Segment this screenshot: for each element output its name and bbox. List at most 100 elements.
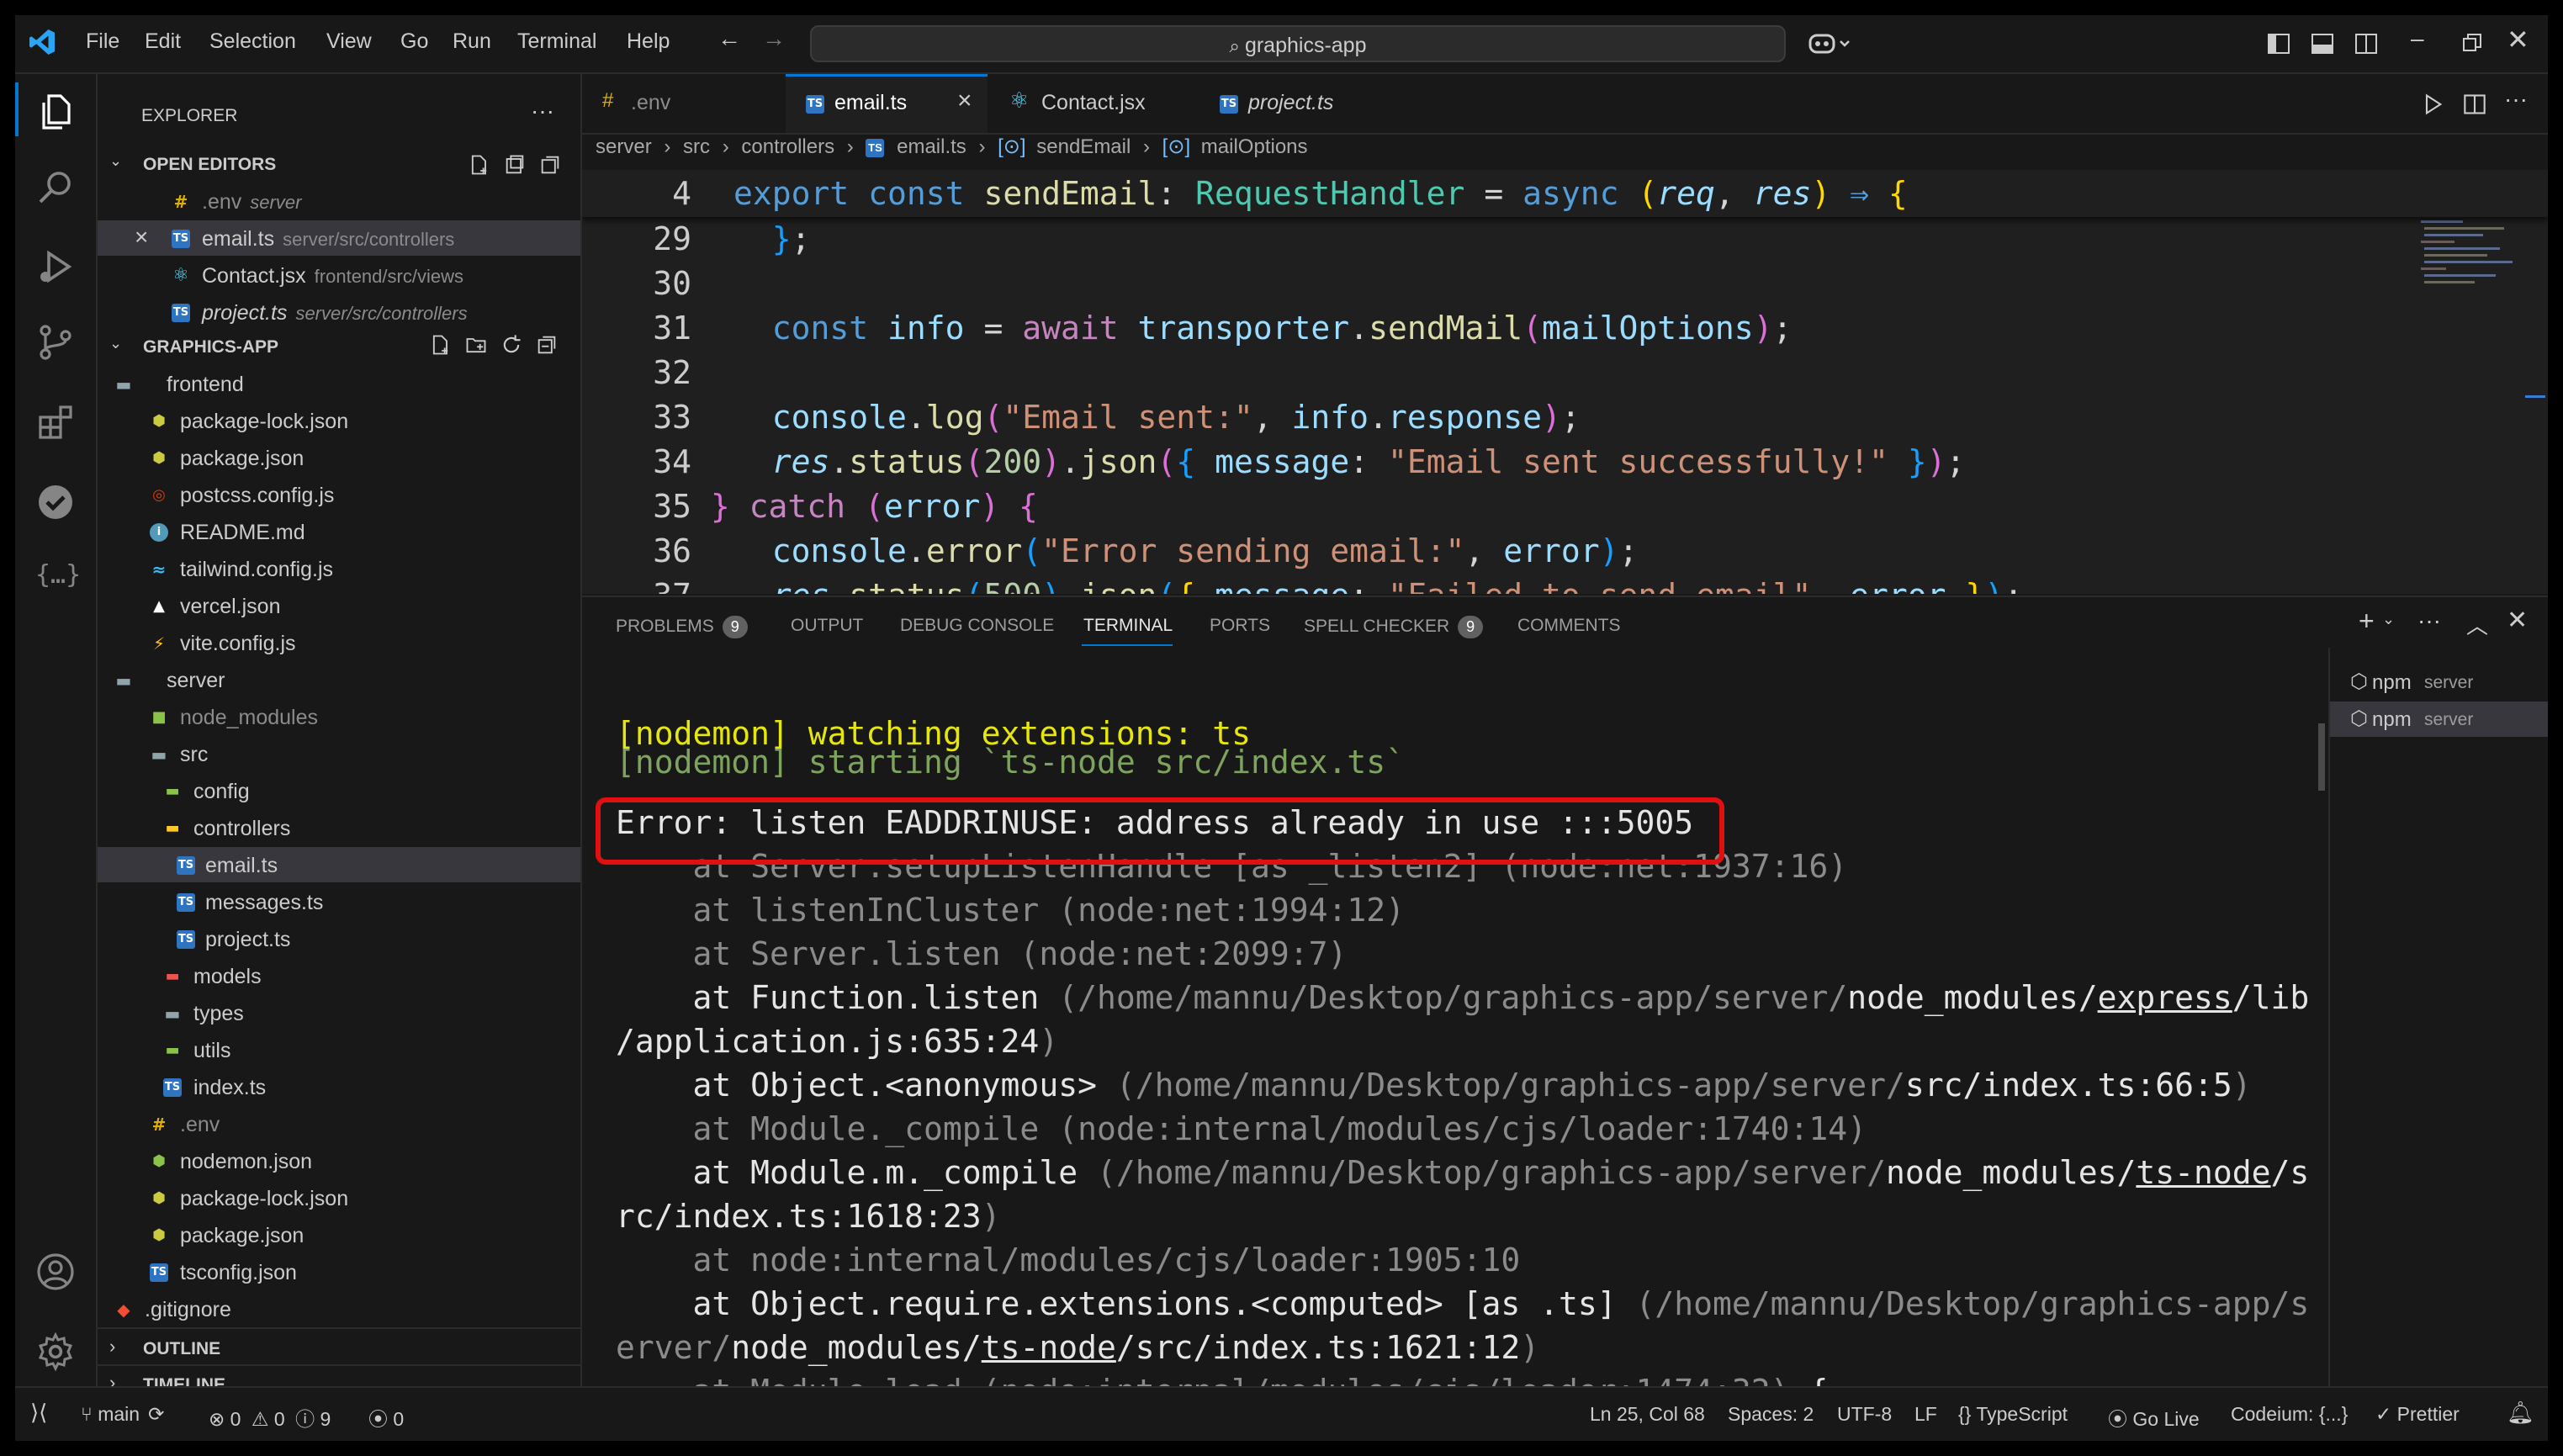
code-editor[interactable]: 4 export const sendEmail: RequestHandler…: [582, 170, 2548, 594]
panel-tab-comments[interactable]: COMMENTS: [1517, 616, 1621, 636]
toggle-primary-sidebar-icon[interactable]: [2267, 32, 2290, 56]
tree-file[interactable]: TS messages.ts: [98, 884, 580, 919]
split-editor-icon[interactable]: [2463, 93, 2486, 116]
new-folder-icon[interactable]: [464, 333, 488, 357]
panel-more-icon[interactable]: ···: [2417, 607, 2441, 634]
open-editor-item-active[interactable]: × TS email.ts server/src/controllers: [98, 220, 580, 256]
settings-gear-icon[interactable]: [35, 1332, 76, 1372]
tree-file[interactable]: TS project.ts: [98, 921, 580, 956]
terminal-scrollbar[interactable]: [2318, 723, 2325, 791]
remote-indicator-icon[interactable]: ⟩⟨: [30, 1400, 47, 1426]
toggle-panel-icon[interactable]: [2311, 32, 2334, 56]
tree-folder[interactable]: ▬ utils: [98, 1032, 580, 1067]
menu-file[interactable]: File: [86, 29, 119, 54]
tree-file[interactable]: TS index.ts: [98, 1069, 580, 1104]
breadcrumb-item[interactable]: email.ts: [897, 135, 966, 158]
branch-status[interactable]: ⑂ main ⟳: [81, 1403, 164, 1426]
new-file-icon[interactable]: [429, 333, 453, 357]
tree-file[interactable]: ▲ vercel.json: [98, 588, 580, 623]
tree-file[interactable]: ⬢ package-lock.json: [98, 1180, 580, 1215]
close-tab-icon[interactable]: ×: [957, 87, 972, 115]
testing-check-icon[interactable]: [35, 482, 76, 522]
panel-tab-ports[interactable]: PORTS: [1210, 616, 1270, 636]
breadcrumb-item[interactable]: sendEmail: [1036, 135, 1131, 158]
prettier-status[interactable]: ✓ Prettier: [2375, 1403, 2460, 1426]
encoding[interactable]: UTF-8: [1837, 1403, 1892, 1426]
ports-status[interactable]: ⦿ 0: [368, 1403, 404, 1432]
run-debug-icon[interactable]: [35, 246, 76, 287]
tab-contact-jsx[interactable]: ⚛ Contact.jsx: [989, 74, 1198, 133]
explorer-icon[interactable]: [35, 91, 76, 131]
collapse-all-icon[interactable]: [535, 333, 559, 357]
tree-folder[interactable]: ▬ types: [98, 995, 580, 1030]
more-actions-icon[interactable]: ···: [531, 98, 554, 124]
tree-folder[interactable]: ▬ frontend: [98, 366, 580, 401]
panel-tab-terminal[interactable]: TERMINAL: [1083, 616, 1173, 636]
open-editors-header[interactable]: OPEN EDITORS: [143, 155, 276, 175]
tree-folder[interactable]: ▬ src: [98, 736, 580, 771]
panel-tab-spell-checker[interactable]: SPELL CHECKER 9: [1304, 616, 1484, 638]
accounts-icon[interactable]: [35, 1252, 76, 1292]
breadcrumb-item[interactable]: src: [683, 135, 710, 158]
tree-file[interactable]: # .env: [98, 1106, 580, 1141]
end-of-line[interactable]: LF: [1914, 1403, 1937, 1426]
tree-folder[interactable]: ▬ config: [98, 773, 580, 808]
minimize-icon[interactable]: –: [2411, 25, 2424, 52]
chevron-down-icon[interactable]: ⌄: [2382, 611, 2395, 628]
open-editor-item[interactable]: # .env server: [98, 183, 580, 219]
close-panel-icon[interactable]: ✕: [2507, 606, 2528, 635]
tree-file[interactable]: ≈ tailwind.config.js: [98, 551, 580, 586]
tree-folder[interactable]: ▬ server: [98, 662, 580, 697]
menu-terminal[interactable]: Terminal: [517, 29, 596, 54]
refresh-icon[interactable]: [500, 333, 523, 357]
tree-file[interactable]: ◎ postcss.config.js: [98, 477, 580, 512]
new-untitled-file-icon[interactable]: [468, 153, 491, 177]
tree-file[interactable]: ⬢ package.json: [98, 1217, 580, 1252]
cursor-position[interactable]: Ln 25, Col 68: [1590, 1403, 1705, 1426]
chevron-down-icon[interactable]: ⌄: [109, 152, 122, 170]
close-all-icon[interactable]: [538, 153, 562, 177]
tree-file[interactable]: ⚡ vite.config.js: [98, 625, 580, 660]
close-editor-icon[interactable]: ×: [135, 224, 148, 251]
terminal-list-item-active[interactable]: ⬡ npm server: [2330, 702, 2548, 737]
panel-tab-problems[interactable]: PROBLEMS 9: [616, 616, 748, 638]
command-center[interactable]: ⌕ graphics-app: [810, 25, 1786, 62]
tree-folder[interactable]: ■ node_modules: [98, 699, 580, 734]
breadcrumb-item[interactable]: server: [596, 135, 652, 158]
panel-tab-output[interactable]: OUTPUT: [791, 616, 863, 636]
tree-file[interactable]: TS tsconfig.json: [98, 1254, 580, 1289]
chevron-right-icon[interactable]: ›: [109, 1336, 115, 1358]
search-icon[interactable]: [35, 167, 76, 207]
problems-status[interactable]: ⊗ 0 ⚠ 0 ⓘ 9: [209, 1403, 331, 1432]
language-mode[interactable]: {} TypeScript: [1958, 1403, 2068, 1426]
tree-folder[interactable]: ▬ models: [98, 958, 580, 993]
chevron-down-icon[interactable]: ⌄: [109, 335, 122, 352]
tab-email-ts[interactable]: TS email.ts ×: [786, 74, 988, 133]
panel-tab-debug-console[interactable]: DEBUG CONSOLE: [900, 616, 1054, 636]
menu-run[interactable]: Run: [453, 29, 491, 54]
source-control-icon[interactable]: [35, 322, 76, 363]
tree-file[interactable]: i README.md: [98, 514, 580, 549]
menu-edit[interactable]: Edit: [145, 29, 181, 54]
toggle-secondary-sidebar-icon[interactable]: [2354, 32, 2378, 56]
maximize-panel-icon[interactable]: ︿: [2466, 609, 2488, 640]
project-header[interactable]: GRAPHICS-APP: [143, 337, 278, 357]
open-editor-item[interactable]: TS project.ts server/src/controllers: [98, 294, 580, 330]
open-editor-item[interactable]: ⚛ Contact.jsx frontend/src/views: [98, 257, 580, 293]
terminal-list-item[interactable]: ⬡ npm server: [2330, 664, 2548, 700]
new-terminal-icon[interactable]: +: [2359, 606, 2375, 637]
editor-more-icon[interactable]: ···: [2504, 86, 2528, 113]
codeium-status[interactable]: Codeium: {...}: [2231, 1403, 2348, 1426]
back-arrow-icon[interactable]: ←: [718, 25, 741, 52]
menu-view[interactable]: View: [326, 29, 372, 54]
indentation[interactable]: Spaces: 2: [1728, 1403, 1814, 1426]
tree-file-selected[interactable]: TS email.ts: [98, 847, 580, 882]
tab-env[interactable]: # .env: [582, 74, 784, 133]
restore-icon[interactable]: [2461, 32, 2483, 54]
copilot-icon[interactable]: [1807, 30, 1854, 57]
go-live-button[interactable]: ⦿ Go Live: [2108, 1403, 2200, 1432]
menu-selection[interactable]: Selection: [209, 29, 296, 54]
breadcrumb-item[interactable]: mailOptions: [1201, 135, 1308, 158]
breadcrumb-item[interactable]: controllers: [741, 135, 834, 158]
extensions-icon[interactable]: [35, 402, 76, 442]
